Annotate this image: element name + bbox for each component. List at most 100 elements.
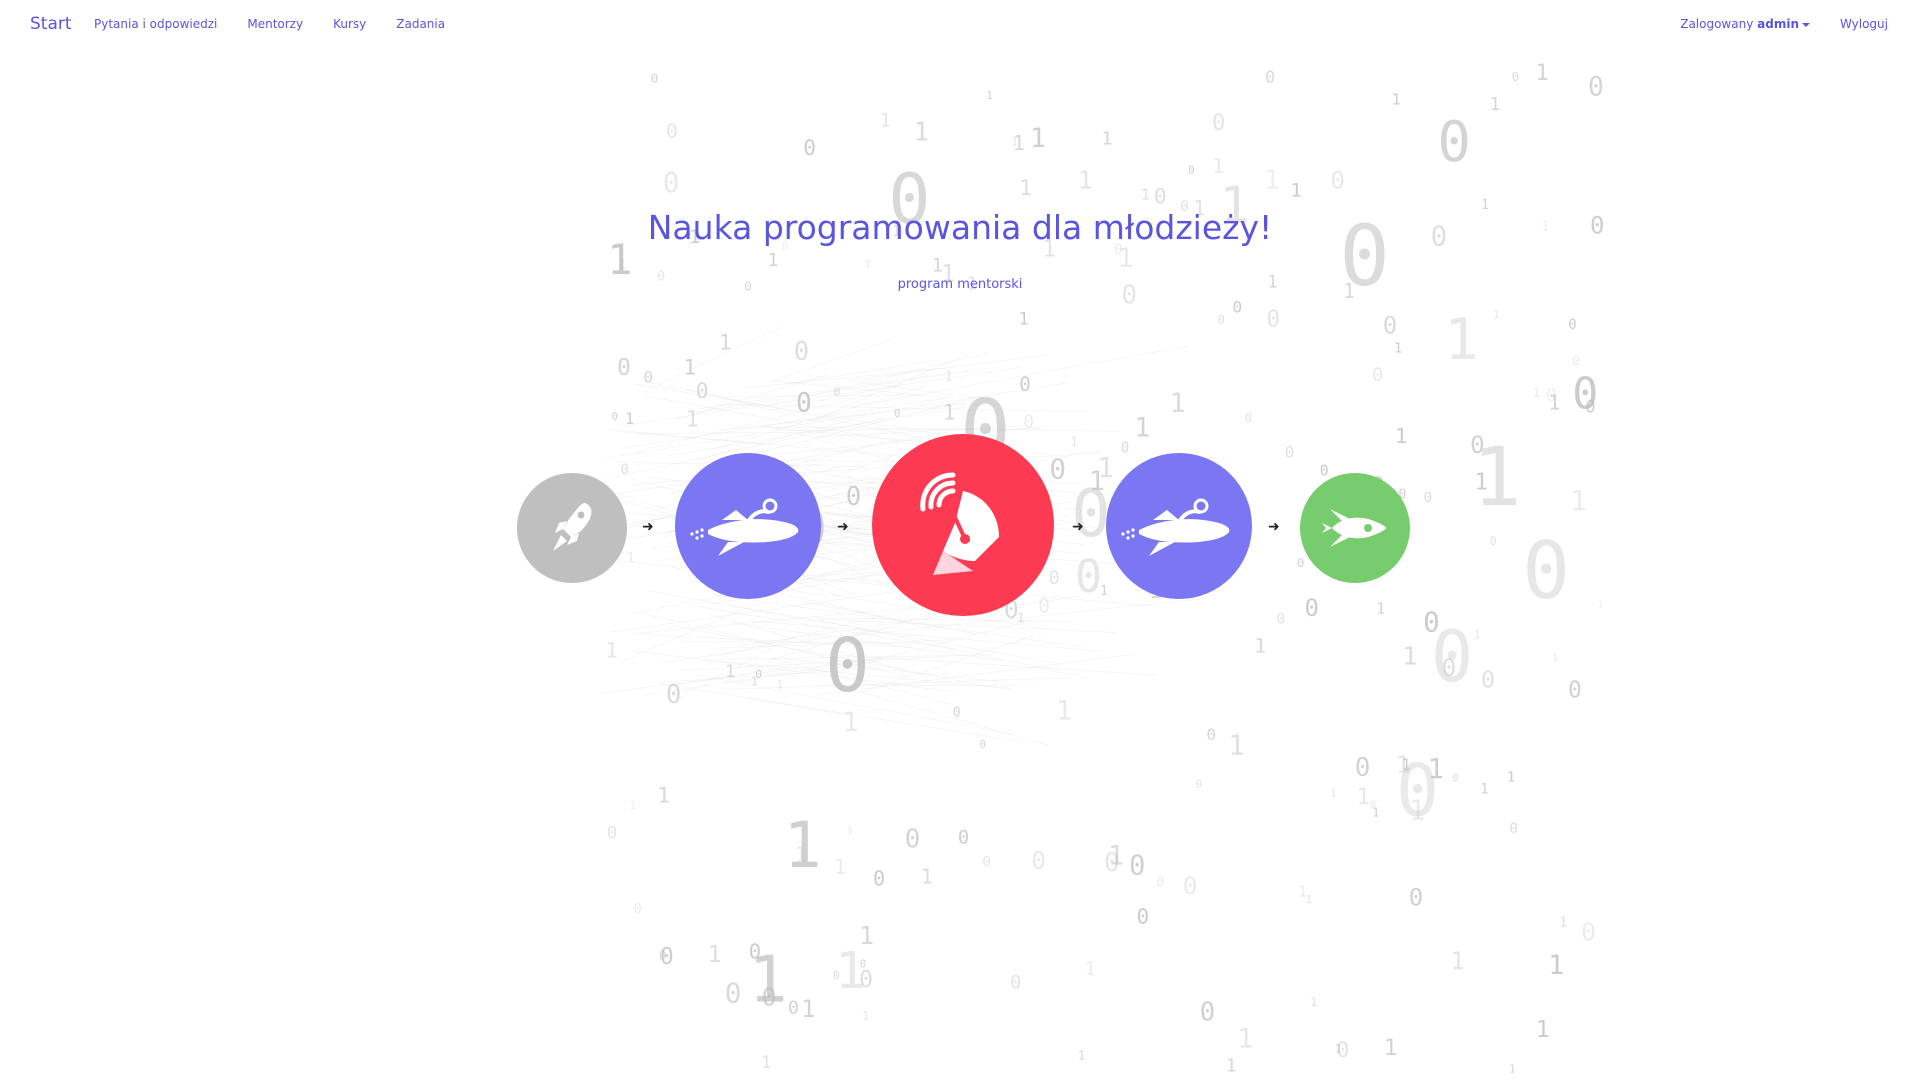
nav-link-courses[interactable]: Kursy	[333, 17, 366, 31]
svg-text:1: 1	[880, 110, 891, 132]
svg-text:0: 0	[860, 958, 867, 971]
hero-subtitle-link[interactable]: program mentorski	[0, 277, 1920, 292]
svg-text:1: 1	[1291, 180, 1302, 201]
svg-text:0: 0	[607, 823, 617, 843]
svg-text:1: 1	[1493, 311, 1499, 322]
svg-text:0: 0	[1188, 163, 1195, 177]
svg-text:1: 1	[801, 995, 815, 1023]
svg-text:1: 1	[761, 1053, 771, 1073]
svg-text:1: 1	[1330, 786, 1337, 799]
arrow-icon: ➜	[1268, 519, 1280, 535]
svg-text:1: 1	[986, 90, 992, 102]
svg-text:1: 1	[1384, 1036, 1397, 1061]
user-menu-dropdown[interactable]: Zalogowany admin	[1680, 17, 1810, 31]
svg-text:0: 0	[953, 706, 961, 721]
nav-link-mentors[interactable]: Mentorzy	[247, 17, 303, 31]
svg-text:0: 0	[1304, 594, 1318, 622]
svg-text:1: 1	[1102, 129, 1113, 150]
svg-text:0: 0	[825, 623, 870, 709]
svg-text:1: 1	[794, 843, 807, 868]
svg-text:0: 0	[1156, 875, 1164, 890]
svg-text:0: 0	[846, 482, 861, 512]
logout-link[interactable]: Wyloguj	[1840, 17, 1888, 31]
svg-text:0: 0	[1383, 311, 1397, 339]
svg-text:1: 1	[686, 407, 699, 432]
svg-text:0: 0	[1049, 452, 1066, 485]
svg-text:0: 0	[833, 968, 840, 982]
svg-text:1: 1	[847, 826, 853, 838]
svg-text:1: 1	[618, 257, 626, 273]
nav-brand-start[interactable]: Start	[30, 14, 72, 34]
svg-text:1: 1	[862, 1008, 869, 1022]
svg-text:1: 1	[1056, 696, 1072, 727]
svg-text:0: 0	[643, 367, 653, 386]
svg-text:0: 0	[1075, 550, 1102, 603]
svg-text:0: 0	[1212, 110, 1225, 136]
svg-text:0: 0	[1120, 439, 1129, 456]
svg-text:1: 1	[1019, 176, 1032, 201]
svg-text:1: 1	[1552, 653, 1558, 665]
svg-text:0: 0	[651, 72, 659, 87]
logged-label: Zalogowany	[1680, 17, 1754, 31]
svg-text:0: 0	[894, 407, 901, 420]
svg-text:0: 0	[1265, 68, 1275, 87]
svg-text:1: 1	[1507, 770, 1515, 786]
svg-text:1: 1	[1402, 642, 1417, 671]
svg-text:1: 1	[1078, 1048, 1085, 1062]
svg-text:1: 1	[1100, 584, 1108, 599]
svg-text:0: 0	[905, 825, 921, 855]
step-5-circle[interactable]	[1300, 473, 1410, 583]
satellite-dish-icon	[920, 472, 999, 575]
svg-text:1: 1	[864, 259, 870, 270]
rocket-icon	[553, 503, 592, 551]
rocket-ship-icon	[1322, 509, 1386, 547]
svg-text:0: 0	[1470, 430, 1485, 459]
svg-text:1: 1	[1395, 424, 1407, 448]
svg-text:0: 0	[612, 411, 618, 423]
svg-text:0: 0	[1572, 355, 1580, 370]
hero-title: Nauka programowania dla młodzieży!	[647, 208, 1273, 247]
svg-text:0: 0	[1509, 821, 1518, 837]
nav-link-tasks[interactable]: Zadania	[396, 17, 445, 31]
svg-text:0: 0	[1276, 612, 1285, 628]
svg-text:0: 0	[1572, 370, 1598, 420]
arrow-icon: ➜	[642, 519, 654, 535]
svg-text:1: 1	[1489, 94, 1500, 115]
svg-text:1: 1	[1085, 959, 1096, 980]
svg-text:0: 0	[803, 135, 816, 160]
svg-text:0: 0	[663, 168, 679, 199]
svg-text:1: 1	[725, 662, 735, 682]
svg-text:0: 0	[1581, 918, 1596, 947]
svg-text:1: 1	[1264, 165, 1279, 195]
step-2-circle[interactable]	[675, 453, 821, 599]
svg-text:0: 0	[659, 949, 667, 964]
nav-right: Zalogowany admin Wyloguj	[1680, 17, 1888, 31]
svg-text:1: 1	[1480, 781, 1489, 797]
svg-text:1: 1	[1310, 995, 1317, 1009]
svg-text:1: 1	[1134, 413, 1150, 444]
svg-text:1: 1	[749, 943, 788, 1018]
svg-text:0: 0	[1266, 307, 1280, 333]
svg-text:0: 0	[666, 680, 681, 710]
svg-text:0: 0	[1010, 972, 1021, 993]
svg-text:1: 1	[1444, 307, 1478, 373]
svg-text:1: 1	[842, 707, 858, 738]
svg-text:1: 1	[1078, 166, 1093, 195]
nav-link-qa[interactable]: Pytania i odpowiedzi	[94, 17, 217, 31]
svg-text:1: 1	[629, 799, 636, 813]
svg-text:1: 1	[834, 855, 847, 879]
step-3-circle[interactable]	[872, 434, 1054, 616]
svg-text:0: 0	[634, 902, 642, 917]
svg-text:0: 0	[1217, 313, 1224, 327]
step-1-circle[interactable]	[517, 473, 627, 583]
svg-text:0: 0	[1285, 442, 1295, 461]
svg-text:1: 1	[1011, 138, 1017, 149]
svg-text:1: 1	[1597, 600, 1603, 611]
svg-text:1: 1	[1376, 600, 1385, 618]
svg-text:1: 1	[1254, 634, 1266, 657]
svg-text:0: 0	[725, 977, 742, 1010]
svg-text:0: 0	[1104, 848, 1120, 878]
svg-text:0: 0	[788, 997, 799, 1018]
step-4-circle[interactable]	[1106, 453, 1252, 599]
svg-text:0: 0	[620, 462, 628, 478]
